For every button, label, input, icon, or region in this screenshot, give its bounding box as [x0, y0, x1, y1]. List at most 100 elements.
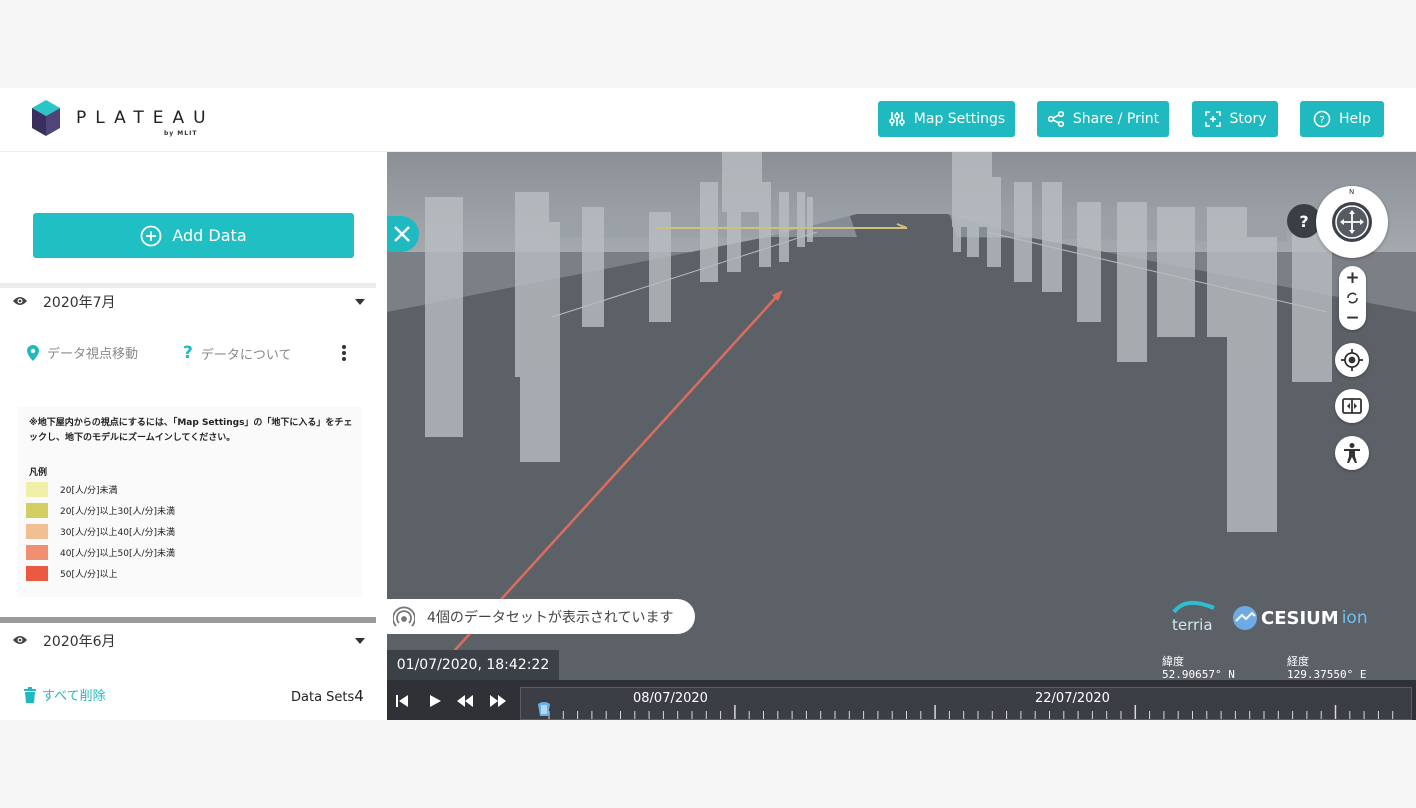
data-sets-number: 4 — [354, 687, 364, 705]
clear-all-button[interactable]: すべて削除 — [24, 685, 106, 704]
compass-icon — [1318, 188, 1386, 256]
trash-icon — [24, 686, 36, 703]
workbench-item-title: 2020年7月 — [43, 295, 116, 311]
legend-item-label: 20[人/分]未満 — [60, 486, 118, 496]
logo-text: PLATEAU — [76, 108, 215, 128]
map-view[interactable]: 4個のデータセットが表示されています 01/07/2020, 18:42:22 … — [387, 152, 1416, 720]
legend-swatch — [26, 482, 48, 497]
timeline-playhead-icon[interactable] — [537, 702, 551, 718]
story-icon — [1204, 111, 1221, 127]
legend-item: 20[人/分]未満 — [26, 482, 118, 497]
question-icon: ? — [183, 343, 193, 363]
plateau-logo-icon — [32, 100, 60, 136]
compass[interactable]: N — [1316, 186, 1388, 258]
legend-item: 50[人/分]以上 — [26, 566, 118, 581]
current-datetime: 01/07/2020, 18:42:22 — [387, 650, 559, 680]
split-screen-icon — [1342, 398, 1362, 414]
plateau-logo[interactable]: PLATEAU by MLIT — [32, 100, 232, 140]
workbench-item-header[interactable]: 2020年7月 — [0, 286, 376, 318]
svg-text:?: ? — [1319, 115, 1324, 126]
compass-north-label: N — [1349, 188, 1355, 196]
chevron-down-icon[interactable] — [355, 638, 365, 644]
add-data-label: Add Data — [172, 226, 247, 245]
signal-icon — [393, 606, 415, 627]
cesium-ion-logo: CESIUM ion — [1232, 605, 1368, 631]
zoom-out-button[interactable]: − — [1339, 308, 1366, 328]
divider — [0, 617, 376, 623]
crosshair-icon — [1341, 349, 1363, 371]
legend-item-label: 30[人/分]以上40[人/分]未満 — [60, 528, 176, 538]
fast-forward-icon[interactable] — [489, 693, 507, 709]
more-vertical-icon[interactable] — [341, 344, 347, 362]
workbench-item-header[interactable]: 2020年6月 — [0, 625, 376, 657]
accessibility-button[interactable] — [1335, 436, 1369, 470]
refresh-icon[interactable] — [1339, 288, 1366, 308]
map-settings-label: Map Settings — [913, 111, 1006, 127]
terria-wave-icon — [1172, 600, 1215, 614]
zoom-control: + − — [1339, 266, 1366, 330]
help-button[interactable]: ? Help — [1300, 101, 1384, 137]
legend-swatch — [26, 566, 48, 581]
workbench-item-title: 2020年6月 — [43, 634, 116, 650]
timeline-track[interactable]: 08/07/2020 22/07/2020 — [520, 687, 1412, 720]
data-sets-label: Data Sets — [291, 690, 355, 705]
legend-panel: ※地下屋内からの視点にするには、「Map Settings」の「地下に入る」をチ… — [18, 407, 362, 597]
share-print-label: Share / Print — [1072, 111, 1160, 127]
zoom-in-button[interactable]: + — [1339, 268, 1366, 288]
timeline: 08/07/2020 22/07/2020 — [387, 680, 1416, 720]
longitude: 経度 129.37550° E — [1287, 655, 1366, 681]
data-sets-count: Data Sets4 — [291, 687, 364, 705]
cesium-wordmark: CESIUM — [1261, 607, 1339, 629]
legend-item: 30[人/分]以上40[人/分]未満 — [26, 524, 175, 539]
timeline-ticks — [548, 705, 1394, 719]
eye-icon[interactable] — [12, 295, 28, 307]
split-view-button[interactable] — [1335, 389, 1369, 423]
legend-item: 20[人/分]以上30[人/分]未満 — [26, 503, 175, 518]
legend-item: 40[人/分]以上50[人/分]未満 — [26, 545, 175, 560]
legend-swatch — [26, 524, 48, 539]
timeline-label: 08/07/2020 — [633, 691, 708, 706]
legend-title: 凡例 — [29, 468, 48, 478]
cesium-icon — [1233, 606, 1257, 630]
map-settings-button[interactable]: Map Settings — [878, 101, 1015, 137]
my-location-button[interactable] — [1335, 343, 1369, 377]
close-panel-button[interactable] — [387, 216, 419, 252]
longitude-label: 経度 — [1287, 655, 1309, 668]
rewind-icon[interactable] — [456, 693, 474, 709]
legend-swatch — [26, 503, 48, 518]
terria-logo: terria — [1172, 599, 1216, 634]
share-icon — [1047, 110, 1064, 128]
plus-circle-icon — [140, 225, 162, 246]
story-button[interactable]: Story — [1192, 101, 1278, 137]
chevron-down-icon[interactable] — [355, 299, 365, 305]
skip-back-icon[interactable] — [394, 693, 410, 709]
share-print-button[interactable]: Share / Print — [1037, 101, 1169, 137]
logo-subtext: by MLIT — [164, 130, 198, 137]
about-data-label: データについて — [200, 347, 292, 363]
top-header: PLATEAU by MLIT Map Settings Share / Pri… — [0, 88, 1416, 152]
about-data-button[interactable]: ? データについて — [183, 343, 292, 363]
accessibility-icon — [1344, 443, 1360, 463]
sliders-icon — [888, 112, 905, 126]
help-label: Help — [1339, 111, 1371, 127]
close-icon — [394, 226, 410, 242]
play-icon[interactable] — [427, 693, 443, 709]
clear-all-label: すべて削除 — [42, 689, 106, 704]
latitude: 緯度 52.90657° N — [1162, 655, 1235, 681]
legend-item-label: 50[人/分]以上 — [60, 570, 118, 580]
legend-item-label: 20[人/分]以上30[人/分]未満 — [60, 507, 176, 517]
legend-swatch — [26, 545, 48, 560]
latitude-label: 緯度 — [1162, 655, 1184, 668]
legend-note: ※地下屋内からの視点にするには、「Map Settings」の「地下に入る」をチ… — [29, 418, 353, 443]
app-window: PLATEAU by MLIT Map Settings Share / Pri… — [0, 88, 1416, 720]
ion-wordmark: ion — [1341, 608, 1368, 628]
question-icon: ? — [1299, 211, 1309, 231]
eye-icon[interactable] — [12, 634, 28, 646]
timeline-label: 22/07/2020 — [1035, 691, 1110, 706]
add-data-button[interactable]: Add Data — [33, 213, 354, 258]
timeline-controls — [387, 680, 517, 720]
help-icon: ? — [1313, 110, 1331, 128]
terria-wordmark: terria — [1172, 616, 1213, 634]
location-pin-icon — [27, 344, 39, 361]
zoom-to-data-button[interactable]: データ視点移動 — [27, 343, 138, 362]
